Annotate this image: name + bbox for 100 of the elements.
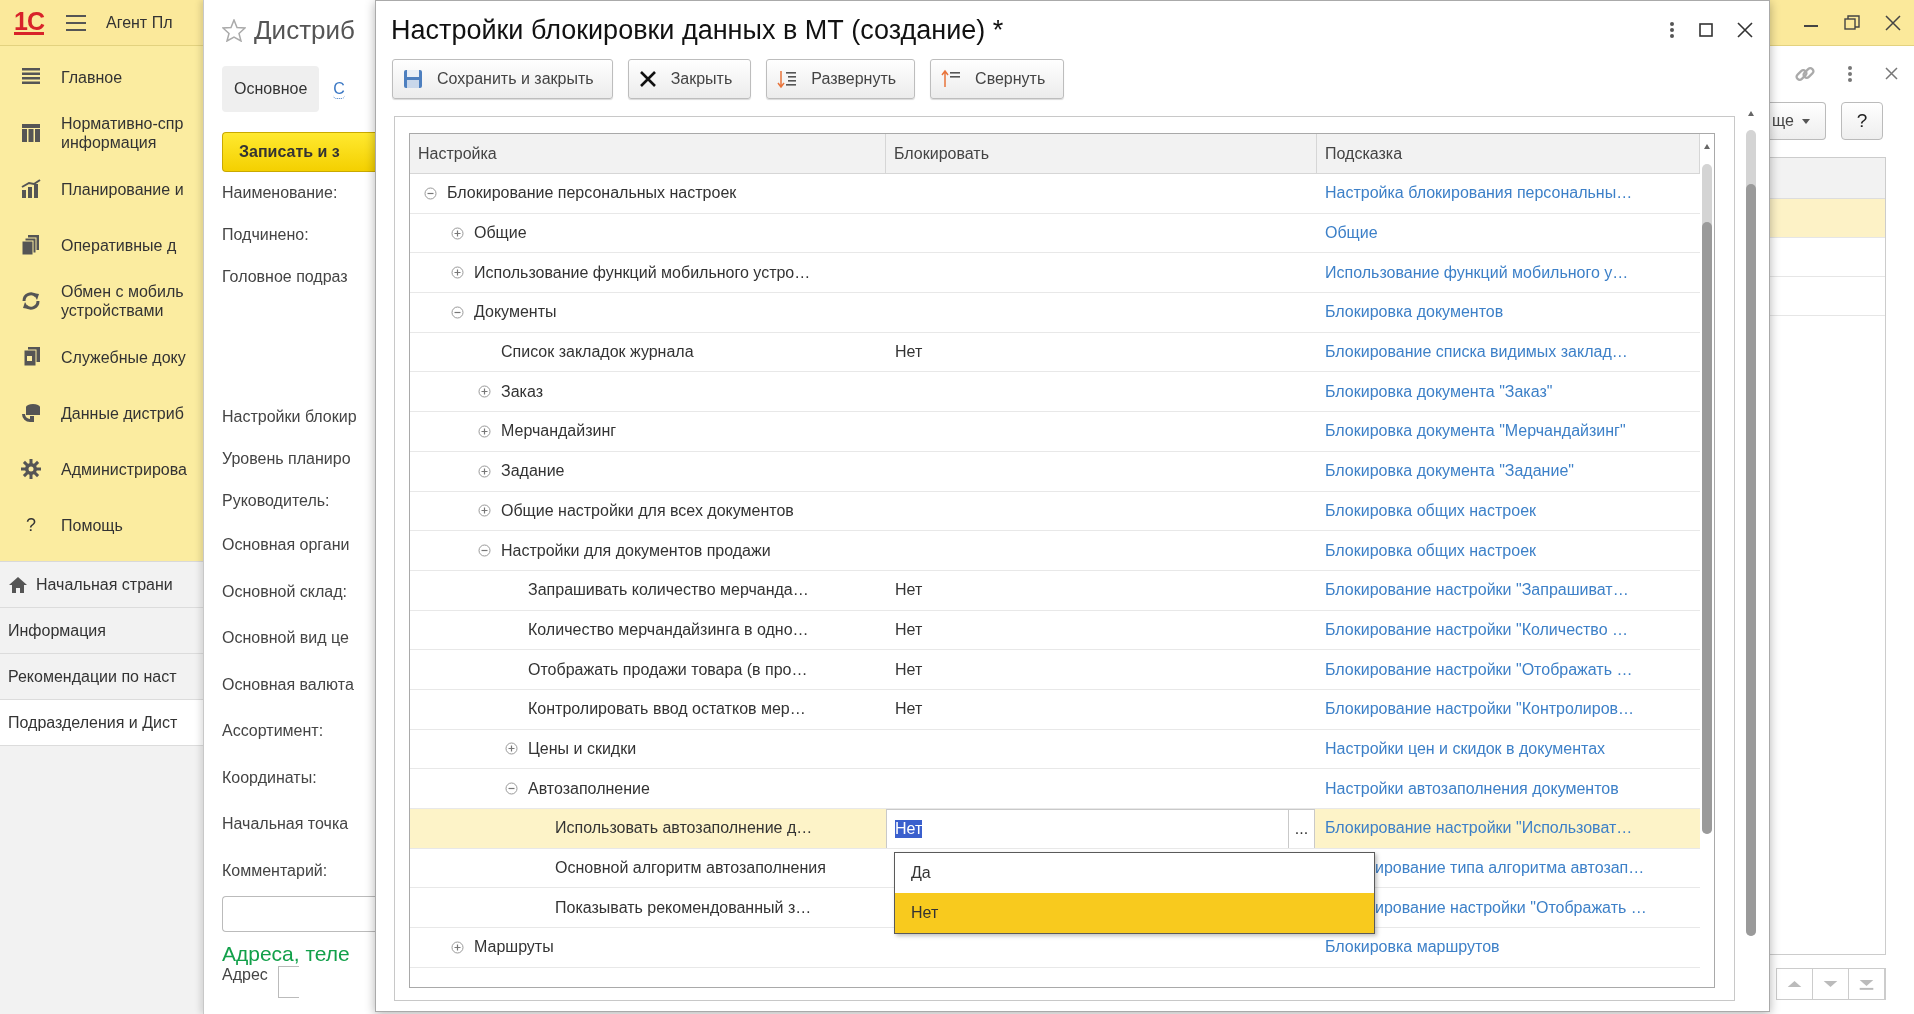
tree-row[interactable]: Заказ Блокировка документа "Заказ" (410, 372, 1700, 413)
more-button[interactable]: ще (1770, 102, 1826, 140)
expand-icon[interactable] (478, 504, 491, 518)
home-icon (8, 575, 28, 594)
setting-name: Блокирование персональных настроек (447, 184, 737, 203)
setting-name: Автозаполнение (528, 779, 650, 798)
tab[interactable]: С (333, 79, 345, 99)
hint-link[interactable]: Блокировка документа "Заказ" (1317, 382, 1553, 401)
hint-link[interactable]: Блокировка документов (1317, 303, 1504, 322)
star-icon[interactable] (222, 18, 246, 42)
hint-link[interactable]: Блокировка документа "Задание" (1317, 462, 1574, 481)
hint-link[interactable]: Общие (1317, 224, 1378, 243)
setting-name: Использовать автозаполнение д… (555, 819, 813, 838)
tab[interactable]: Основное (222, 66, 320, 112)
collapse-icon[interactable] (478, 544, 491, 558)
section-item[interactable]: Нормативно-спр информация (0, 105, 203, 161)
column-header[interactable]: Блокировать (886, 134, 1317, 173)
toolbar-button[interactable]: Закрыть (627, 59, 752, 99)
hint-link[interactable]: Настройки автозаполнения документов (1317, 779, 1619, 798)
menu-icon[interactable] (65, 14, 86, 31)
hint-link[interactable]: Блокирование настройки "Запрашиват… (1317, 581, 1629, 600)
collapse-icon[interactable] (424, 186, 437, 200)
column-header[interactable]: Подсказка (1317, 134, 1700, 173)
dropdown-option[interactable]: Нет (895, 892, 1374, 933)
setting-name: Заказ (501, 382, 543, 401)
hint-link[interactable]: Блокировка документа "Мерчандайзинг" (1317, 422, 1626, 441)
hint-link[interactable]: Настройки цен и скидок в документах (1317, 739, 1606, 758)
column-header[interactable]: Настройка (410, 134, 886, 173)
tree-row[interactable]: Контролировать ввод остатков мер… Нет Блокирование настройки "Контролиров… (410, 689, 1700, 730)
section-item[interactable]: Данные дистриб (0, 385, 203, 441)
logo[interactable]: 1С (14, 10, 44, 35)
field-label: Основной склад: (222, 582, 347, 601)
tree-row[interactable]: Общие настройки для всех документов Блокировка общих настроек (410, 491, 1700, 532)
expand-icon[interactable] (451, 940, 464, 954)
collapse-list-icon (941, 69, 962, 89)
field-label: Настройки блокир (222, 408, 357, 426)
section-item[interactable]: Оперативные д (0, 217, 203, 273)
hint-link[interactable]: Блокирование настройки "Контролиров… (1317, 700, 1635, 719)
tree-row[interactable]: Количество мерчандайзинга в одно… Нет Блокирование настройки "Количество … (410, 610, 1700, 651)
toolbar-button[interactable]: Свернуть (930, 59, 1065, 99)
help-button[interactable]: ? (1841, 102, 1883, 140)
expand-icon[interactable] (451, 266, 464, 280)
hint-link[interactable]: Использование функций мобильного у… (1317, 263, 1629, 282)
expand-icon[interactable] (505, 742, 518, 756)
hint-link[interactable]: Блокировка общих настроек (1317, 501, 1537, 520)
setting-name: Показывать рекомендованный з… (555, 898, 812, 917)
tree-row[interactable]: Настройки для документов продажи Блокировка общих настроек (410, 531, 1700, 571)
hint-link[interactable]: Блокировка маршрутов (1317, 938, 1500, 957)
expand-list-icon (777, 69, 798, 89)
tree-row[interactable]: Общие Общие (410, 213, 1700, 254)
hint-link[interactable]: Блокирование настройки "Использоват… (1317, 819, 1633, 838)
expand-icon[interactable] (478, 424, 491, 438)
expand-icon[interactable] (451, 226, 464, 240)
tree-row[interactable]: Документы Блокировка документов (410, 293, 1700, 333)
collapse-icon[interactable] (451, 305, 464, 319)
tree-row[interactable]: Отображать продажи товара (в про… Нет Блокирование настройки "Отображать … (410, 650, 1700, 690)
section-item[interactable]: Обмен с мобиль устройствами (0, 273, 203, 329)
close-icon[interactable] (1737, 22, 1753, 38)
maximize-icon[interactable] (1699, 23, 1713, 37)
section-item[interactable]: Администрирова (0, 441, 203, 497)
section-item[interactable]: Планирование и (0, 161, 203, 217)
more-icon[interactable] (1847, 64, 1854, 83)
toolbar-button[interactable]: Развернуть (766, 59, 916, 99)
collapse-icon[interactable] (505, 782, 518, 796)
expand-icon[interactable] (478, 385, 491, 399)
section-item[interactable]: Главное (0, 49, 203, 105)
tree-row[interactable]: Использование функций мобильного устро… Использование функций мобильного у… (410, 253, 1700, 294)
tree-row[interactable]: Блокирование персональных настроек Настройка блокирования персональны… (410, 174, 1700, 214)
setting-value: Нет (894, 660, 923, 679)
hint-link[interactable]: Блокировка общих настроек (1317, 541, 1537, 560)
setting-name: Цены и скидки (528, 739, 637, 758)
window-tab[interactable]: Подразделения и Дист (0, 700, 203, 746)
close-icon[interactable] (1885, 14, 1902, 31)
documents-icon (20, 234, 42, 256)
section-item[interactable]: ? Помощь (0, 497, 203, 553)
tree-row[interactable]: Мерчандайзинг Блокировка документа "Мерчандайзинг" (410, 412, 1700, 452)
save-button[interactable]: Записать и з (222, 132, 375, 172)
hint-link[interactable]: Блокирование настройки "Отображать … (1317, 660, 1633, 679)
section-item[interactable]: Служебные доку (0, 329, 203, 385)
section-heading: Адреса, теле (222, 942, 351, 966)
expand-icon[interactable] (478, 464, 491, 478)
address-field[interactable] (277, 966, 299, 998)
database-icon (20, 402, 42, 424)
tree-row[interactable]: Список закладок журнала Нет Блокирование списка видимых заклад… (410, 332, 1700, 373)
field-label: Головное подраз (222, 268, 348, 286)
restore-icon[interactable] (1844, 14, 1860, 31)
help-icon: ? (20, 515, 42, 535)
floppy-icon (403, 69, 423, 89)
hint-link[interactable]: Настройка блокирования персональны… (1317, 184, 1633, 203)
tree-row[interactable]: Цены и скидки Настройки цен и скидок в документах (410, 729, 1700, 770)
field-label: Координаты: (222, 768, 317, 787)
tree-row[interactable]: Запрашивать количество мерчанда… Нет Блокирование настройки "Запрашиват… (410, 570, 1700, 611)
more-icon[interactable] (1669, 21, 1675, 39)
setting-name: Контролировать ввод остатков мер… (528, 700, 806, 719)
tree-row[interactable]: Задание Блокировка документа "Задание" (410, 451, 1700, 492)
toolbar-button[interactable]: Сохранить и закрыть (392, 59, 613, 99)
hint-link[interactable]: Блокирование настройки "Количество … (1317, 620, 1629, 639)
setting-value[interactable]: Нет (895, 819, 923, 838)
tree-row[interactable]: Маршруты Блокировка маршрутов (410, 928, 1700, 968)
hint-link[interactable]: Блокирование списка видимых заклад… (1317, 343, 1628, 362)
